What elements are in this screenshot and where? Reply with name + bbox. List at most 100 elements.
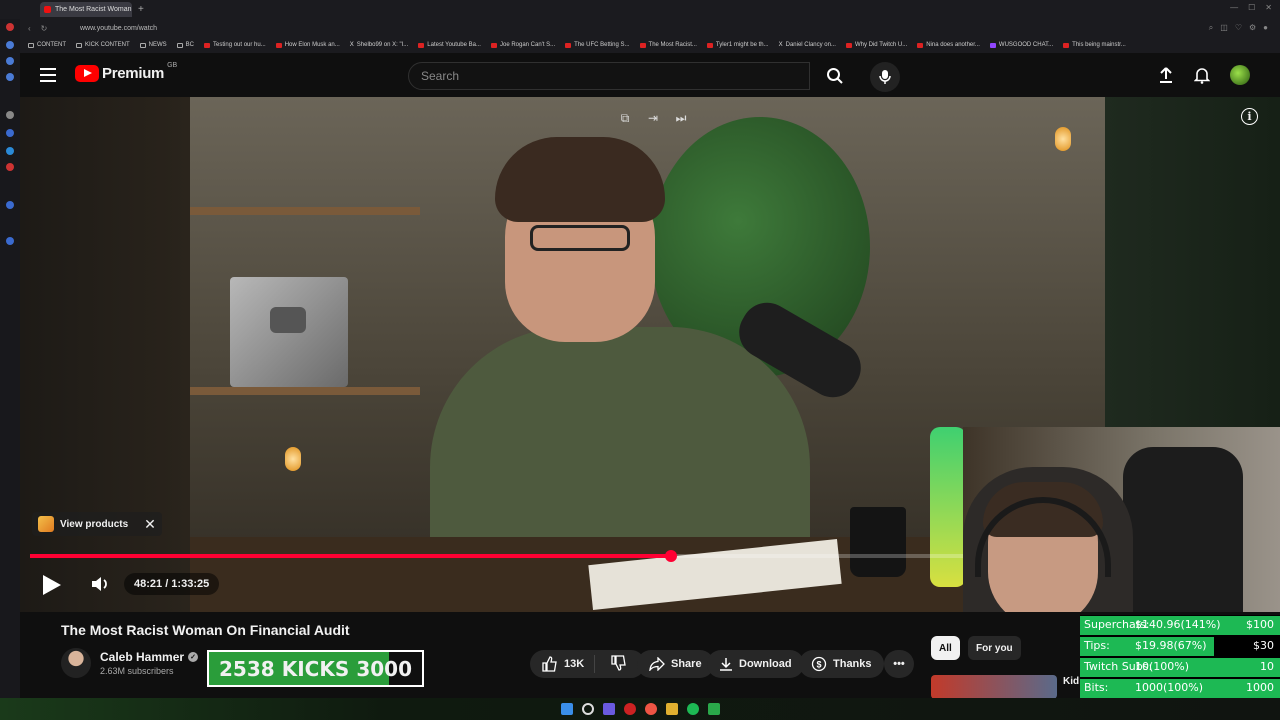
search-input[interactable]: Search (408, 62, 810, 90)
sidebar-app-icon[interactable] (6, 201, 14, 209)
recommended-video-thumbnail[interactable] (931, 675, 1057, 699)
bookmark-icon[interactable]: ♡ (1235, 23, 1242, 33)
bookmark-item[interactable]: WUSGOOD CHAT... (989, 42, 1053, 48)
miniplayer-icon[interactable]: ⧉ (618, 111, 632, 125)
play-button-plaque (230, 277, 348, 387)
like-count: 13K (564, 658, 585, 670)
hamburger-menu-icon[interactable] (40, 68, 56, 82)
stat-row: Twitch Subs: 10(100%) 10 (1080, 657, 1280, 678)
volume-icon[interactable] (90, 575, 110, 593)
info-icon[interactable]: i (1241, 108, 1258, 125)
bookmark-item[interactable]: Joe Rogan Can't S... (490, 42, 555, 48)
voice-search-button[interactable] (870, 62, 900, 92)
account-avatar[interactable] (1230, 65, 1250, 85)
dislike-button[interactable] (601, 654, 637, 674)
taskbar-search-icon[interactable] (581, 703, 594, 715)
bookmark-item[interactable]: Testing out our hu... (204, 42, 266, 48)
scrubber-handle[interactable] (665, 550, 678, 562)
x-icon: X (349, 42, 354, 48)
logo-text: Premium (102, 65, 165, 82)
chrome-icon[interactable] (644, 703, 657, 715)
bookmark-item[interactable]: KICK CONTENT (76, 42, 130, 48)
sidebar-app-icon[interactable] (6, 57, 14, 65)
browser-sidebar (0, 19, 20, 720)
zoom-icon[interactable]: ⌕ (1209, 23, 1213, 33)
new-tab-icon[interactable]: + (138, 4, 144, 15)
spotify-icon[interactable] (686, 703, 699, 715)
bookmark-item[interactable]: CONTENT (28, 42, 66, 48)
bookmark-label: How Elon Musk an... (284, 42, 340, 48)
bookmark-label: Why Did Twitch U... (854, 42, 908, 48)
obs-icon[interactable] (707, 703, 720, 715)
bookmark-item[interactable]: NEWS (139, 42, 167, 48)
browser-tab-title: The Most Racist Woman (55, 6, 132, 13)
minimize-icon[interactable]: — (1230, 3, 1238, 12)
chip-all[interactable]: All (931, 636, 960, 660)
messenger-icon[interactable] (6, 129, 14, 137)
reload-icon[interactable]: ↻ (41, 24, 48, 33)
download-button[interactable]: Download (707, 650, 804, 678)
settings-icon[interactable] (6, 237, 14, 245)
youtube-icon (639, 42, 646, 48)
sidebar-app-icon[interactable] (6, 147, 14, 155)
shelf (190, 207, 420, 215)
address-bar-icons: ⌕ ◫ ♡ ⚙ ● (1209, 23, 1268, 33)
sidebar-app-icon[interactable] (6, 111, 14, 119)
back-icon[interactable]: ‹ (28, 24, 31, 33)
more-actions-button[interactable]: ••• (884, 650, 914, 678)
discord-icon[interactable] (602, 703, 615, 715)
opera-icon[interactable] (6, 23, 14, 31)
opera-taskbar-icon[interactable] (623, 703, 636, 715)
video-title: The Most Racist Woman On Financial Audit (61, 622, 350, 638)
bookmark-item[interactable]: The UFC Betting S... (565, 42, 630, 48)
water-bottle (930, 427, 966, 587)
bookmark-item[interactable]: How Elon Musk an... (275, 42, 340, 48)
youtube-icon (204, 42, 211, 48)
close-window-icon[interactable]: ✕ (1265, 3, 1272, 12)
profile-icon[interactable]: ● (1263, 23, 1268, 33)
url-field[interactable]: www.youtube.com/watch (80, 25, 157, 32)
notifications-bell-icon[interactable] (1194, 66, 1210, 84)
verified-icon: ✓ (188, 652, 199, 662)
kicks-goal-bar: 2538 KICKS 3000 (207, 650, 424, 687)
sidebar-app-icon[interactable] (6, 73, 14, 81)
file-explorer-icon[interactable] (665, 703, 678, 715)
sidebar-app-icon[interactable] (6, 41, 14, 49)
sidebar-app-icon[interactable] (6, 163, 14, 171)
windows-start-icon[interactable] (560, 703, 573, 715)
bookmark-item[interactable]: X Daniel Clancy on... (779, 42, 836, 48)
bookmark-item[interactable]: Latest Youtube Ba... (418, 42, 481, 48)
view-products-button[interactable]: View products ✕ (32, 512, 162, 536)
thanks-button[interactable]: $ Thanks (799, 650, 884, 678)
snapshot-icon[interactable]: ◫ (1220, 23, 1228, 33)
extensions-icon[interactable]: ⚙ (1249, 23, 1256, 33)
youtube-premium-logo[interactable]: Premium GB (75, 62, 177, 82)
taskbar (0, 698, 1280, 720)
close-icon[interactable]: ✕ (144, 516, 156, 533)
theater-exit-icon[interactable]: ⇥ (646, 111, 660, 125)
share-button[interactable]: Share (637, 650, 714, 678)
play-button[interactable] (40, 574, 62, 596)
bookmark-item[interactable]: BC (176, 42, 194, 48)
stat-label: Bits: (1084, 681, 1109, 694)
maximize-icon[interactable]: ☐ (1248, 3, 1255, 12)
bookmark-item[interactable]: Why Did Twitch U... (845, 42, 908, 48)
bookmark-item[interactable]: Tyler1 might be th... (706, 42, 769, 48)
bookmark-item[interactable]: This being mainstr... (1063, 42, 1126, 48)
stat-value: 10(100%) (1135, 660, 1190, 673)
channel-name-link[interactable]: Caleb Hammer ✓ (100, 650, 199, 664)
like-button[interactable]: 13K (530, 655, 596, 673)
lamp (285, 447, 301, 471)
bookmark-item[interactable]: X Shelbo99 on X: "I... (350, 42, 409, 48)
bookmark-label: NEWS (148, 42, 167, 48)
twitch-icon (989, 42, 996, 48)
bookmark-item[interactable]: The Most Racist... (639, 42, 697, 48)
browser-tab-bar: The Most Racist Woman + — ☐ ✕ (0, 0, 1280, 19)
upload-icon[interactable] (1158, 66, 1174, 84)
bookmark-item[interactable]: Nina does another... (917, 42, 980, 48)
next-video-icon[interactable]: ⏭ (674, 111, 688, 125)
channel-avatar[interactable] (61, 648, 91, 678)
browser-tab-active[interactable]: The Most Racist Woman (40, 2, 132, 17)
chip-for-you[interactable]: For you (968, 636, 1021, 660)
search-button[interactable] (810, 62, 860, 90)
